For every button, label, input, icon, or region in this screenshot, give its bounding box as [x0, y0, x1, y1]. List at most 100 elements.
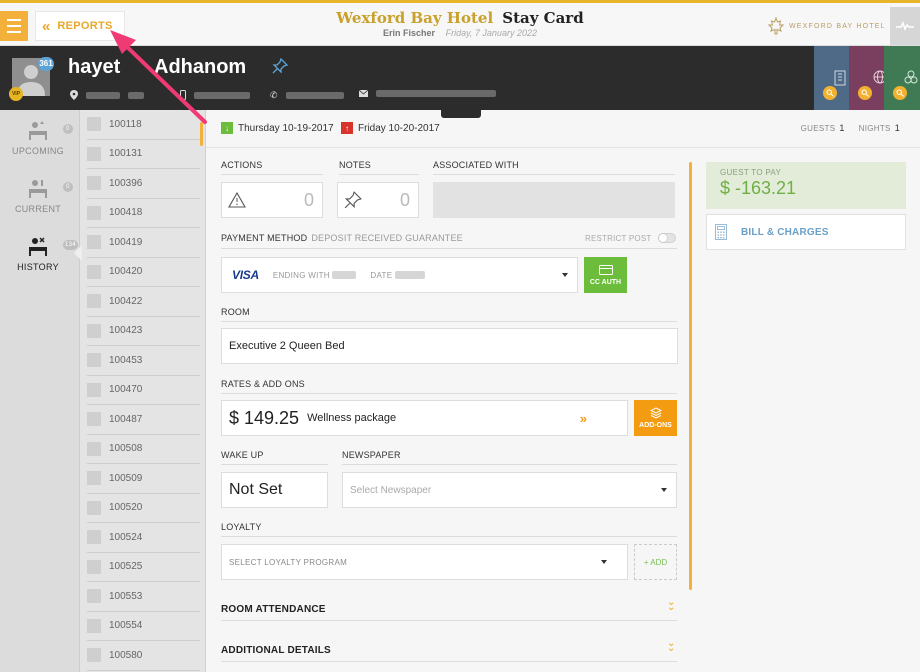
- room-list-item[interactable]: 100580: [87, 641, 200, 671]
- pin-icon[interactable]: [272, 57, 289, 77]
- room-checkbox[interactable]: [87, 441, 101, 456]
- header-tab-group[interactable]: [884, 46, 920, 110]
- room-number: 100420: [109, 266, 143, 278]
- nav-upcoming[interactable]: UPCOMING 0: [0, 116, 76, 156]
- room-checkbox[interactable]: [87, 412, 101, 427]
- layers-icon: [649, 407, 662, 419]
- phone-field[interactable]: ✆: [270, 90, 344, 101]
- room-checkbox[interactable]: [87, 618, 101, 633]
- restrict-post-toggle[interactable]: [658, 233, 676, 243]
- room-number: 100422: [109, 295, 143, 307]
- room-list-item[interactable]: 100131: [87, 140, 200, 169]
- notes-box[interactable]: 0: [337, 182, 419, 218]
- list-scrollbar[interactable]: [200, 122, 203, 146]
- room-list-item[interactable]: 100420: [87, 258, 200, 287]
- room-checkbox[interactable]: [87, 117, 101, 132]
- room-checkbox[interactable]: [87, 146, 101, 161]
- add-loyalty-button[interactable]: + ADD: [634, 544, 677, 580]
- room-list-item[interactable]: 100118: [87, 110, 200, 140]
- group-icon: [904, 70, 918, 84]
- room-number: 100509: [109, 472, 143, 484]
- bill-and-charges-button[interactable]: BILL & CHARGES: [706, 214, 906, 250]
- guest-header: hayet Adhanom ✆: [0, 46, 920, 110]
- room-checkbox[interactable]: [87, 323, 101, 338]
- room-checkbox[interactable]: [87, 500, 101, 515]
- room-list-item[interactable]: 100419: [87, 228, 200, 258]
- arrival-date[interactable]: ↓ Thursday 10-19-2017: [221, 122, 334, 134]
- guest-first-name[interactable]: hayet: [68, 56, 120, 79]
- room-list-item[interactable]: 100520: [87, 494, 200, 523]
- guest-last-name[interactable]: Adhanom: [154, 56, 246, 79]
- payment-method-select[interactable]: VISA ENDING WITH DATE: [221, 257, 578, 293]
- room-checkbox[interactable]: [87, 176, 101, 191]
- room-checkbox[interactable]: [87, 353, 101, 368]
- user-name: Erin Fischer: [383, 28, 436, 38]
- room-number: 100508: [109, 443, 143, 455]
- double-chevron-down-icon[interactable]: ⌄ ⌄: [667, 639, 675, 654]
- room-number: 100396: [109, 177, 143, 189]
- address-field[interactable]: [70, 90, 144, 100]
- header-collapse-handle[interactable]: [441, 110, 481, 118]
- search-icon: [893, 86, 907, 100]
- nav-active-pointer: [74, 245, 82, 261]
- chevron-down-icon: [562, 273, 568, 277]
- room-list-item[interactable]: 100509: [87, 464, 200, 494]
- room-list-item[interactable]: 100525: [87, 553, 200, 582]
- room-list-item[interactable]: 100423: [87, 317, 200, 346]
- room-checkbox[interactable]: [87, 235, 101, 250]
- room-checkbox[interactable]: [87, 559, 101, 574]
- room-list-item[interactable]: 100508: [87, 435, 200, 464]
- room-checkbox[interactable]: [87, 382, 101, 397]
- room-checkbox[interactable]: [87, 589, 101, 604]
- room-checkbox[interactable]: [87, 648, 101, 663]
- newspaper-select[interactable]: Select Newspaper: [342, 472, 677, 508]
- room-list-item[interactable]: 100470: [87, 376, 200, 405]
- cc-auth-button[interactable]: CC AUTH: [584, 257, 627, 293]
- guest-to-pay-card[interactable]: GUEST TO PAY $ -163.21: [706, 162, 906, 209]
- room-list-item[interactable]: 100422: [87, 287, 200, 317]
- header-tab-globe[interactable]: [849, 46, 887, 110]
- room-list-item[interactable]: 100396: [87, 169, 200, 199]
- business-date: Friday, 7 January 2022: [445, 28, 537, 38]
- room-list-item[interactable]: 100453: [87, 346, 200, 376]
- nav-history-label: HISTORY: [17, 262, 59, 272]
- room-checkbox[interactable]: [87, 471, 101, 486]
- mobile-field[interactable]: [180, 90, 250, 100]
- room-checkbox[interactable]: [87, 264, 101, 279]
- room-list-item[interactable]: 100524: [87, 523, 200, 553]
- redacted-phone: [285, 92, 344, 99]
- activity-graph-button[interactable]: [890, 7, 920, 45]
- visa-logo: VISA: [232, 268, 259, 282]
- room-number: 100418: [109, 207, 143, 219]
- room-checkbox[interactable]: [87, 205, 101, 220]
- loyalty-program-select[interactable]: SELECT LOYALTY PROGRAM: [221, 544, 628, 580]
- nav-current[interactable]: CURRENT 0: [0, 174, 76, 214]
- actions-box[interactable]: 0: [221, 182, 323, 218]
- wake-up-field[interactable]: Not Set: [221, 472, 328, 508]
- double-chevron-down-icon[interactable]: ⌄ ⌄: [667, 598, 675, 613]
- email-field[interactable]: [359, 90, 496, 97]
- room-number: 100423: [109, 325, 143, 337]
- guest-to-pay-label: GUEST TO PAY: [720, 168, 782, 177]
- room-number: 100419: [109, 236, 143, 248]
- room-list-item[interactable]: 100554: [87, 612, 200, 641]
- newspaper-placeholder: Select Newspaper: [350, 484, 432, 496]
- nav-history[interactable]: HISTORY 134: [0, 232, 78, 272]
- add-ons-label: ADD-ONS: [639, 422, 672, 429]
- room-list-item[interactable]: 100418: [87, 199, 200, 228]
- rate-field[interactable]: $ 149.25 Wellness package »: [221, 400, 628, 436]
- room-attendance-header[interactable]: ROOM ATTENDANCE: [221, 604, 326, 615]
- add-ons-button[interactable]: ADD-ONS: [634, 400, 677, 436]
- room-list-item[interactable]: 100487: [87, 405, 200, 435]
- additional-details-header[interactable]: ADDITIONAL DETAILS: [221, 645, 331, 656]
- room-checkbox[interactable]: [87, 530, 101, 545]
- departure-date[interactable]: ↑ Friday 10-20-2017: [341, 122, 440, 134]
- room-checkbox[interactable]: [87, 294, 101, 309]
- associated-with-box[interactable]: [433, 182, 675, 218]
- maple-leaf-icon: [768, 17, 784, 35]
- header-tab-building[interactable]: [814, 46, 849, 110]
- room-list-item[interactable]: 100553: [87, 582, 200, 612]
- guest-to-pay-amount: $ -163.21: [720, 178, 797, 198]
- room-type-field[interactable]: Executive 2 Queen Bed: [221, 328, 678, 364]
- wake-up-label: WAKE UP: [221, 450, 264, 460]
